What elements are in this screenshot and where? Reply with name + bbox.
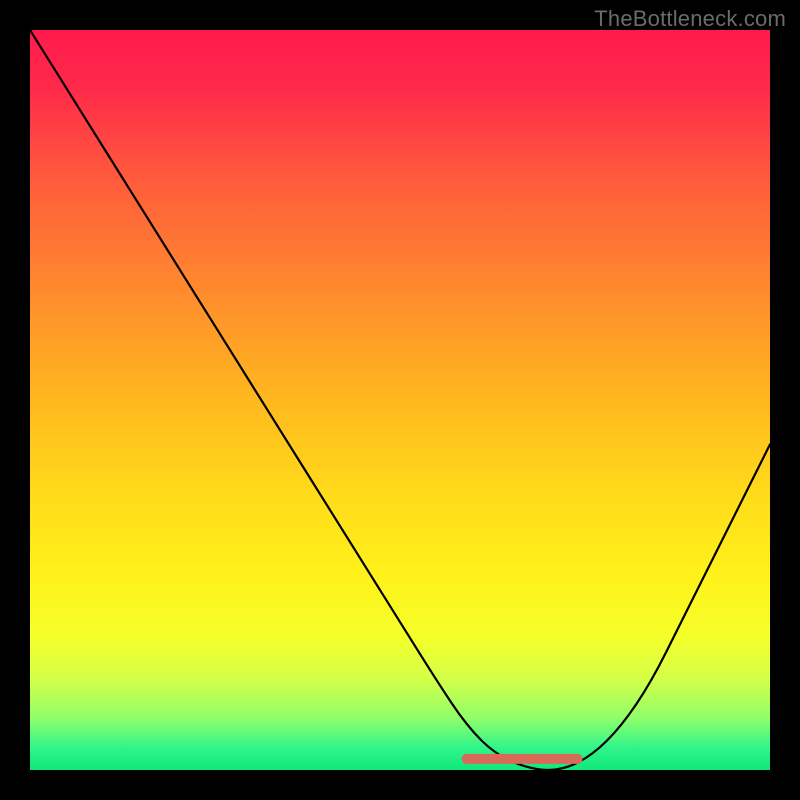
watermark-text: TheBottleneck.com: [594, 6, 786, 32]
chart-frame: TheBottleneck.com: [0, 0, 800, 800]
curve-layer: [30, 30, 770, 770]
plot-area: [30, 30, 770, 770]
bottleneck-curve: [30, 30, 770, 770]
